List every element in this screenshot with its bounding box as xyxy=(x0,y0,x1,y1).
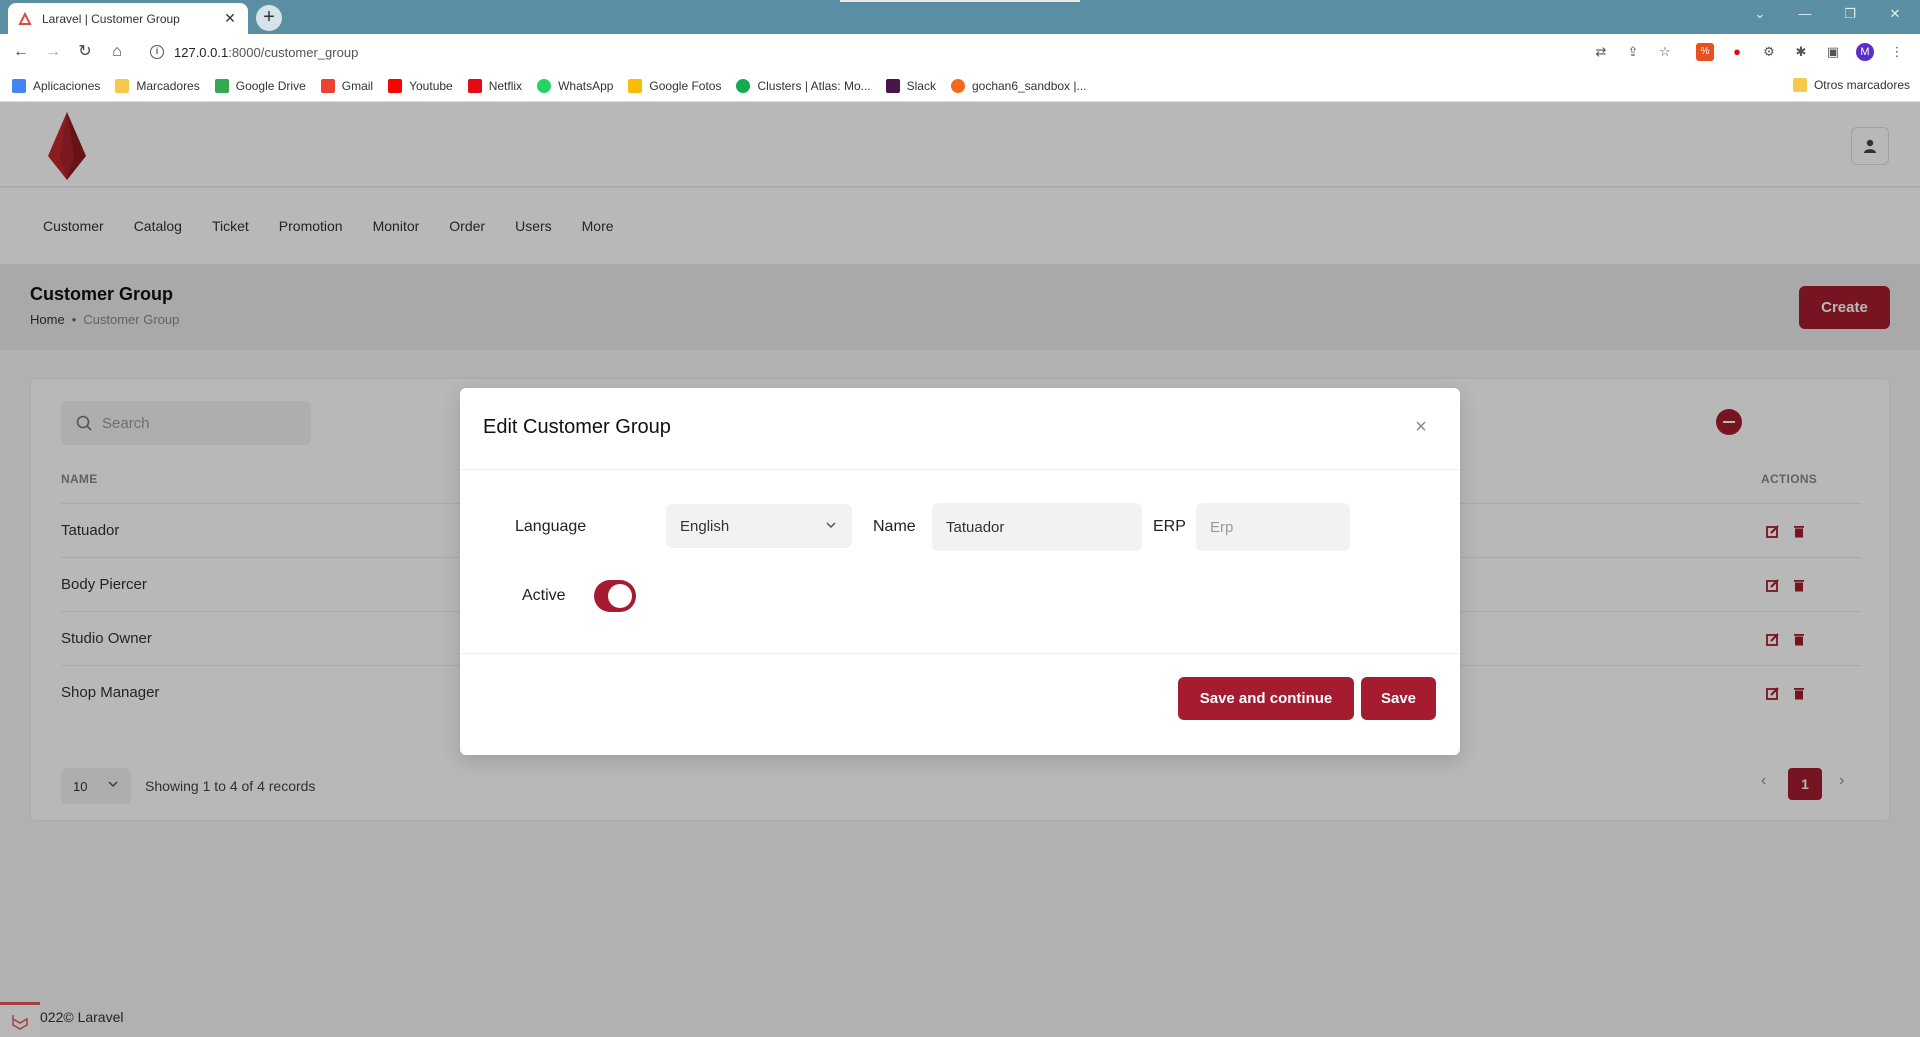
edit-customer-group-modal: Edit Customer Group × Language English N… xyxy=(460,388,1460,755)
bookmark-item[interactable]: Netflix xyxy=(467,78,522,93)
erp-label: ERP xyxy=(1153,518,1186,535)
save-button[interactable]: Save xyxy=(1361,677,1436,720)
mongodb-atlas-icon xyxy=(736,78,751,93)
extensions-puzzle-icon[interactable]: ✱ xyxy=(1792,43,1810,61)
laravel-favicon-icon xyxy=(18,11,32,25)
modal-title: Edit Customer Group xyxy=(483,416,671,438)
toggle-knob xyxy=(608,584,632,608)
bookmark-item[interactable]: Marcadores xyxy=(115,78,200,93)
new-tab-button[interactable]: + xyxy=(256,5,282,31)
close-icon[interactable]: × xyxy=(1412,417,1430,437)
home-icon[interactable]: ⌂ xyxy=(106,41,128,63)
tab-title: Laravel | Customer Group xyxy=(42,11,180,26)
bookmarks-bar: Aplicaciones Marcadores Google Drive Gma… xyxy=(0,70,1920,102)
bookmark-item[interactable]: Google Drive xyxy=(214,78,306,93)
active-toggle[interactable] xyxy=(594,580,636,612)
folder-icon xyxy=(1792,78,1807,92)
site-info-icon[interactable]: i xyxy=(150,45,164,59)
bookmark-item[interactable]: Slack xyxy=(885,78,936,93)
reload-icon[interactable]: ↻ xyxy=(74,41,96,63)
bookmark-item[interactable]: Clusters | Atlas: Mo... xyxy=(736,78,871,93)
other-bookmarks[interactable]: Otros marcadores xyxy=(1792,78,1910,92)
language-select[interactable]: English xyxy=(666,504,852,548)
netflix-icon xyxy=(467,78,482,93)
translate-icon[interactable]: ⇄ xyxy=(1592,43,1610,61)
profile-avatar[interactable]: M xyxy=(1856,43,1874,61)
extension-opera-icon[interactable]: ● xyxy=(1728,43,1746,61)
erp-input[interactable] xyxy=(1196,503,1350,551)
tab-search-chevron-icon[interactable]: ⌄ xyxy=(1750,6,1770,22)
bookmark-item[interactable]: Gmail xyxy=(320,78,373,93)
bookmark-item[interactable]: Youtube xyxy=(388,78,453,93)
chevron-down-icon xyxy=(826,522,836,529)
minimize-icon[interactable]: — xyxy=(1795,6,1815,21)
restore-icon[interactable]: ❐ xyxy=(1840,6,1860,22)
bookmark-item[interactable]: WhatsApp xyxy=(537,78,613,93)
bookmark-item[interactable]: gochan6_sandbox |... xyxy=(950,78,1087,93)
side-panel-icon[interactable]: ▣ xyxy=(1824,43,1842,61)
bookmark-star-icon[interactable]: ☆ xyxy=(1656,43,1674,61)
modal-header: Edit Customer Group × xyxy=(460,388,1460,470)
google-drive-icon xyxy=(214,78,229,93)
active-label: Active xyxy=(522,587,566,604)
sandbox-icon xyxy=(950,78,965,93)
name-input[interactable] xyxy=(932,503,1142,551)
language-value: English xyxy=(680,517,730,535)
whatsapp-icon xyxy=(537,78,552,93)
browser-tab-strip: Laravel | Customer Group ✕ + ⌄ — ❐ ✕ xyxy=(0,0,1920,34)
apps-grid-icon xyxy=(12,78,26,93)
address-toolbar: ← → ↻ ⌂ i 127.0.0.1:8000/customer_group … xyxy=(0,34,1920,70)
window-close-icon[interactable]: ✕ xyxy=(1885,6,1905,22)
extension-gear-icon[interactable]: ⚙ xyxy=(1760,43,1778,61)
modal-footer-divider xyxy=(460,653,1460,654)
google-photos-icon xyxy=(628,78,643,93)
youtube-icon xyxy=(388,78,403,93)
gmail-icon xyxy=(320,78,335,93)
tab-close-icon[interactable]: ✕ xyxy=(222,10,238,27)
language-label: Language xyxy=(515,518,587,535)
share-icon[interactable]: ⇪ xyxy=(1624,43,1642,61)
url-bar[interactable]: i 127.0.0.1:8000/customer_group xyxy=(140,38,1580,66)
bookmark-item[interactable]: Aplicaciones xyxy=(12,78,100,93)
back-icon[interactable]: ← xyxy=(10,41,32,63)
browser-tab[interactable]: Laravel | Customer Group ✕ xyxy=(8,3,248,34)
browser-menu-icon[interactable]: ⋮ xyxy=(1888,43,1906,61)
extension-orange-icon[interactable]: % xyxy=(1696,43,1714,61)
url-host: 127.0.0.1 xyxy=(174,44,229,60)
forward-icon[interactable]: → xyxy=(42,41,64,63)
bookmark-item[interactable]: Google Fotos xyxy=(628,78,721,93)
tab-strip-indicator xyxy=(840,0,1080,2)
slack-icon xyxy=(885,78,900,93)
name-label: Name xyxy=(873,518,916,535)
folder-icon xyxy=(115,78,130,93)
save-and-continue-button[interactable]: Save and continue xyxy=(1178,677,1354,720)
url-path: :8000/customer_group xyxy=(228,44,359,60)
